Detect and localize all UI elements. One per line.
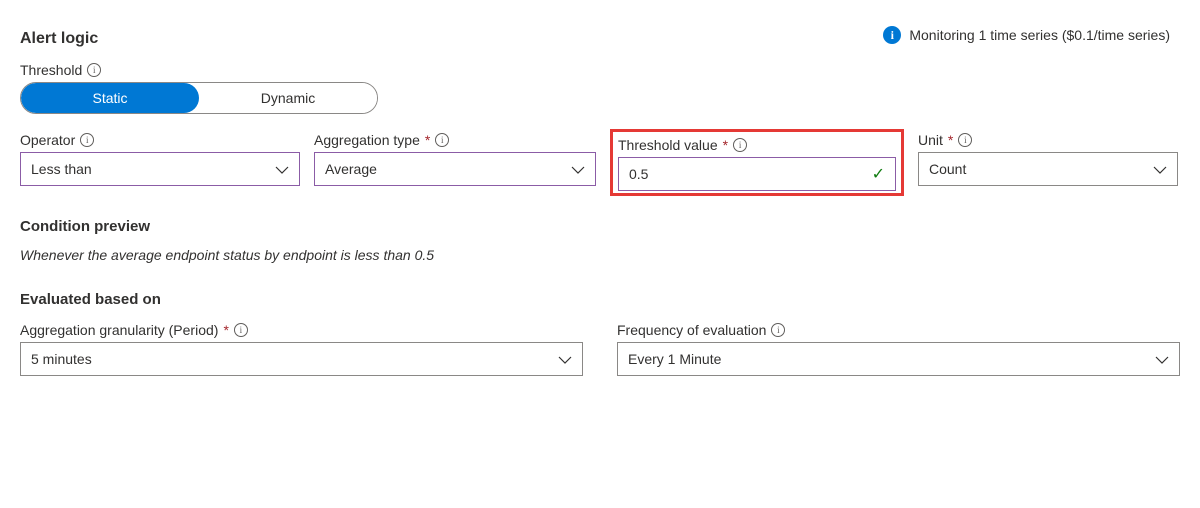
evaluated-heading: Evaluated based on: [20, 291, 1180, 308]
frequency-select[interactable]: Every 1 Minute: [617, 342, 1180, 376]
operator-label: Operator i: [20, 132, 300, 148]
chevron-down-icon: [275, 161, 289, 177]
unit-label: Unit * i: [918, 132, 1178, 148]
required-asterisk: *: [223, 322, 228, 338]
operator-select[interactable]: Less than: [20, 152, 300, 186]
required-asterisk: *: [425, 132, 430, 148]
threshold-value-label: Threshold value * i: [618, 137, 896, 153]
threshold-label: Threshold i: [20, 62, 1180, 78]
chevron-down-icon: [571, 161, 585, 177]
threshold-value: 0.5: [629, 166, 648, 182]
monitoring-banner: i Monitoring 1 time series ($0.1/time se…: [883, 26, 1170, 44]
threshold-value-highlight: Threshold value * i 0.5 ✓: [610, 129, 904, 196]
unit-select[interactable]: Count: [918, 152, 1178, 186]
chevron-down-icon: [558, 351, 572, 367]
info-icon[interactable]: i: [80, 133, 94, 147]
info-icon[interactable]: i: [435, 133, 449, 147]
operator-value: Less than: [31, 161, 92, 177]
threshold-option-dynamic[interactable]: Dynamic: [199, 83, 377, 113]
required-asterisk: *: [948, 132, 953, 148]
frequency-value: Every 1 Minute: [628, 351, 721, 367]
info-icon[interactable]: i: [234, 323, 248, 337]
monitoring-text: Monitoring 1 time series ($0.1/time seri…: [909, 27, 1170, 43]
granularity-value: 5 minutes: [31, 351, 92, 367]
info-icon[interactable]: i: [87, 63, 101, 77]
threshold-value-input[interactable]: 0.5 ✓: [618, 157, 896, 191]
aggregation-label: Aggregation type * i: [314, 132, 596, 148]
info-icon[interactable]: i: [771, 323, 785, 337]
granularity-select[interactable]: 5 minutes: [20, 342, 583, 376]
condition-preview-heading: Condition preview: [20, 218, 1180, 235]
chevron-down-icon: [1153, 161, 1167, 177]
checkmark-icon: ✓: [872, 164, 885, 184]
info-icon: i: [883, 26, 901, 44]
required-asterisk: *: [723, 137, 728, 153]
unit-value: Count: [929, 161, 966, 177]
aggregation-value: Average: [325, 161, 377, 177]
aggregation-select[interactable]: Average: [314, 152, 596, 186]
granularity-label: Aggregation granularity (Period) * i: [20, 322, 583, 338]
info-icon[interactable]: i: [733, 138, 747, 152]
frequency-label: Frequency of evaluation i: [617, 322, 1180, 338]
threshold-option-static[interactable]: Static: [21, 83, 199, 113]
info-icon[interactable]: i: [958, 133, 972, 147]
threshold-segmented: Static Dynamic: [20, 82, 378, 114]
chevron-down-icon: [1155, 351, 1169, 367]
condition-preview-text: Whenever the average endpoint status by …: [20, 247, 1180, 263]
